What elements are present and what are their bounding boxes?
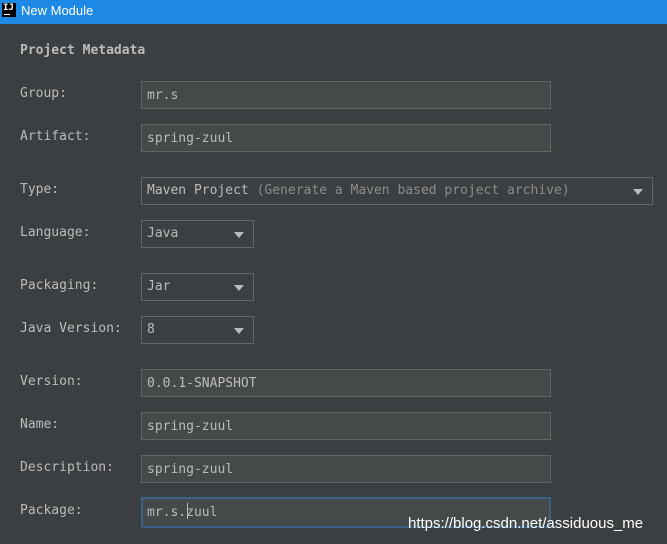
packaging-label: Packaging: <box>20 278 99 293</box>
packaging-select[interactable]: Jar <box>141 273 254 301</box>
description-label: Description: <box>20 460 114 475</box>
window-title: New Module <box>21 3 94 18</box>
name-field[interactable] <box>141 412 551 440</box>
java-version-value: 8 <box>147 322 155 337</box>
language-select[interactable]: Java <box>141 220 254 248</box>
watermark: https://blog.csdn.net/assiduous_me <box>408 515 644 532</box>
package-label: Package: <box>20 503 83 518</box>
artifact-field[interactable] <box>141 124 551 152</box>
description-field[interactable] <box>141 455 551 483</box>
version-field[interactable] <box>141 369 551 397</box>
java-version-select[interactable]: 8 <box>141 316 254 344</box>
packaging-value: Jar <box>147 279 171 294</box>
chevron-down-icon <box>633 189 643 195</box>
group-field[interactable] <box>141 81 551 109</box>
chevron-down-icon <box>234 285 244 291</box>
artifact-label: Artifact: <box>20 129 91 144</box>
name-label: Name: <box>20 417 60 432</box>
section-title: Project Metadata <box>20 43 146 58</box>
language-label: Language: <box>20 225 91 240</box>
type-value: Maven Project <box>147 183 249 198</box>
language-value: Java <box>147 226 179 241</box>
java-version-label: Java Version: <box>20 321 122 336</box>
chevron-down-icon <box>234 328 244 334</box>
chevron-down-icon <box>234 232 244 238</box>
text-caret <box>187 503 188 519</box>
type-label: Type: <box>20 182 60 197</box>
version-label: Version: <box>20 374 83 389</box>
type-hint: (Generate a Maven based project archive) <box>256 183 570 198</box>
type-select[interactable]: Maven Project (Generate a Maven based pr… <box>141 177 653 205</box>
intellij-app-icon: IJ <box>2 3 16 17</box>
group-label: Group: <box>20 86 67 101</box>
title-bar: IJ New Module <box>0 0 667 24</box>
